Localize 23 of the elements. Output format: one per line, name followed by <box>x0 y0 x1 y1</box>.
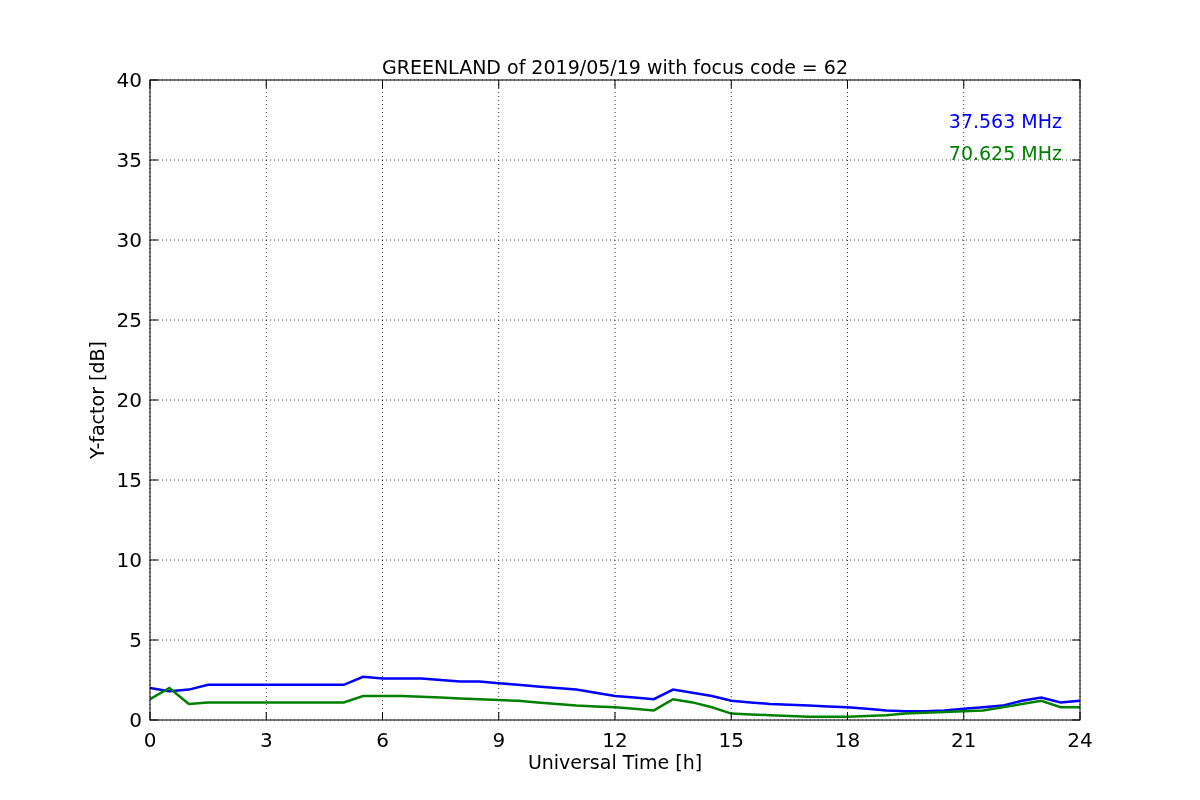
x-tick-label: 18 <box>834 728 861 752</box>
y-tick-label: 10 <box>116 548 142 572</box>
x-tick-label: 21 <box>951 728 977 752</box>
x-tick-label: 0 <box>143 728 157 752</box>
y-tick-label: 40 <box>116 68 142 92</box>
y-axis-label: Y-factor [dB] <box>86 341 108 459</box>
x-tick-label: 12 <box>602 728 628 752</box>
x-axis-label: Universal Time [h] <box>527 751 703 773</box>
legend-label: 37.563 MHz <box>948 110 1062 132</box>
x-tick-label: 6 <box>376 728 389 752</box>
legend-label: 70.625 MHz <box>948 142 1062 164</box>
x-tick-label: 15 <box>718 728 744 752</box>
x-tick-label: 24 <box>1067 728 1093 752</box>
x-tick-label: 3 <box>259 728 273 752</box>
y-tick-label: 5 <box>129 628 142 652</box>
y-tick-label: 15 <box>116 468 142 492</box>
y-tick-label: 25 <box>116 308 142 332</box>
x-tick-label: 9 <box>492 728 506 752</box>
y-tick-label: 35 <box>116 148 142 172</box>
y-tick-label: 0 <box>129 708 142 732</box>
chart-title: GREENLAND of 2019/05/19 with focus code = 62 <box>382 56 848 78</box>
y-tick-label: 20 <box>116 388 142 412</box>
y-tick-label: 30 <box>116 228 142 252</box>
